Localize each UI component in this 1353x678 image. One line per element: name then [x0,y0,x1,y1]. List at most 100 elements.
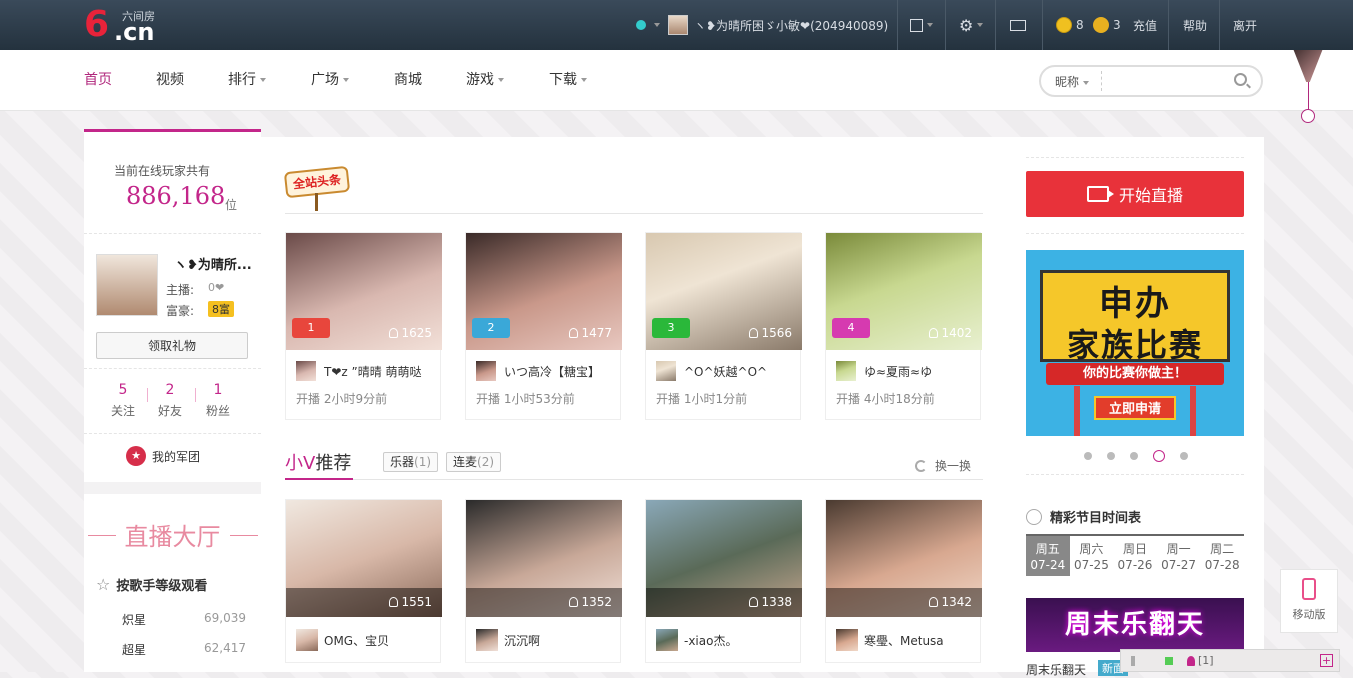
role-rich-label: 富豪: [166,304,195,318]
refresh-button[interactable]: 换一换 [915,457,971,474]
mobile-version-button[interactable]: 移动版 [1280,569,1338,633]
user-name[interactable]: ヽ❥为晴所... [174,254,256,273]
rank-badge: 2 [472,318,510,338]
person-icon [749,597,759,607]
avatar[interactable] [656,629,678,651]
xv-section-title: 小V推荐 [285,449,351,475]
search-type-select[interactable]: 昵称 [1055,73,1090,90]
divider [1101,71,1102,91]
headline-card[interactable]: 4 1402 ゆ≈夏雨≈ゆ 开播 4小时18分前 [825,232,982,420]
user-menu[interactable]: ヽ❥为晴所困ゞ小敏❤(204940089) [668,0,888,50]
friend-stat[interactable]: 2 好友 [145,382,195,419]
nav-games[interactable]: 游戏 [466,50,504,111]
carousel-dot[interactable] [1107,452,1115,460]
day-week: 周日 [1122,542,1147,556]
nav-ranking[interactable]: 排行 [228,50,266,111]
carousel-dot[interactable] [1130,452,1138,460]
viewer-count-value: 1477 [581,326,612,340]
headline-badge: 全站头条 [283,165,351,211]
tag-instrument[interactable]: 乐器(1) [383,452,439,472]
plus-icon[interactable]: + [1320,654,1333,667]
streamer-name[interactable]: T❤z ”晴晴 萌萌哒 [324,363,438,380]
divider [1042,0,1043,50]
follow-stat[interactable]: 5 关注 [98,382,148,419]
carousel-dot[interactable] [1180,452,1188,460]
day-tab[interactable]: 周六 07-25 [1070,536,1114,576]
xv-card[interactable]: 1551 OMG、宝贝 [285,499,442,663]
nav-square[interactable]: 广场 [311,50,349,111]
day-tab[interactable]: 周一 07-27 [1157,536,1201,576]
edit-menu[interactable] [910,0,933,50]
carousel-dot[interactable] [1084,452,1092,460]
headline-card[interactable]: 3 1566 ^O^妖越^O^ 开播 1小时1分前 [645,232,802,420]
leave-link[interactable]: 离开 [1233,0,1257,50]
xv-title-accent: 小V [285,453,316,474]
avatar[interactable] [96,254,158,316]
weekend-show-banner[interactable]: 周末乐翻天 [1026,598,1244,652]
nav-home[interactable]: 首页 [84,50,112,111]
headline-card[interactable]: 2 1477 いつ高冷【糖宝】 开播 1小时53分前 [465,232,622,420]
divider [945,0,946,50]
status-icon [636,20,646,30]
rank-row[interactable]: 炽星 69,039 [122,611,250,628]
streamer-name[interactable]: ^O^妖越^O^ [684,363,798,380]
help-link[interactable]: 帮助 [1183,0,1207,50]
avatar[interactable] [836,361,856,381]
viewer-count: 1338 [749,595,792,609]
my-army-link[interactable]: ★ 我的军团 [126,446,200,466]
avatar[interactable] [656,361,676,381]
online-unit: 位 [225,198,238,212]
apply-now-button[interactable]: 立即申请 [1094,396,1176,420]
avatar[interactable] [296,629,318,651]
rank-row[interactable]: 超星 62,417 [122,641,250,658]
mail-button[interactable] [1010,0,1026,50]
streamer-name[interactable]: OMG、宝贝 [324,632,389,649]
chevron-down-icon [581,78,587,82]
weekend-show-label[interactable]: 周末乐翻天 [1026,661,1086,678]
person-icon [569,597,579,607]
coin-balance: 8 [1056,0,1084,50]
search-icon[interactable] [1234,73,1247,86]
site-logo[interactable]: 6 .cn 六间房 [84,4,164,46]
day-tab[interactable]: 周二 07-28 [1200,536,1244,576]
nav-mall[interactable]: 商城 [394,50,422,111]
avatar[interactable] [836,629,858,651]
day-tab[interactable]: 周五 07-24 [1026,536,1070,576]
settings-menu[interactable]: ⚙ [959,0,984,50]
search-input[interactable] [1107,71,1227,91]
nav-download[interactable]: 下载 [549,50,587,111]
family-contest-banner[interactable]: 申办 家族比赛 你的比赛你做主！ 立即申请 [1026,250,1244,436]
person-icon [929,328,939,338]
streamer-name[interactable]: 寒璺、Metusa [864,632,944,649]
viewer-count-value: 1551 [401,595,432,609]
rank-badge: 3 [652,318,690,338]
schedule-title: 精彩节目时间表 [1026,507,1141,526]
streamer-name[interactable]: -xiao杰。 [684,632,737,649]
avatar[interactable] [296,361,316,381]
orange-icon [1093,17,1109,33]
carousel-dot-active[interactable] [1153,450,1165,462]
rank-filter-label: 按歌手等级观看 [116,579,208,594]
avatar[interactable] [476,361,496,381]
streamer-name[interactable]: ゆ≈夏雨≈ゆ [864,363,978,380]
fan-stat[interactable]: 1 粉丝 [193,382,243,419]
start-live-button[interactable]: 开始直播 [1026,171,1244,217]
divider [230,535,258,536]
tag-mic-link[interactable]: 连麦(2) [446,452,502,472]
speaker-icon[interactable] [1131,655,1141,666]
claim-gift-button[interactable]: 领取礼物 [96,332,248,359]
xv-card[interactable]: 1338 -xiao杰。 [645,499,802,663]
streamer-name[interactable]: いつ高冷【糖宝】 [504,363,618,380]
headline-card[interactable]: 1 1625 T❤z ”晴晴 萌萌哒 开播 2小时9分前 [285,232,442,420]
nav-video[interactable]: 视频 [156,50,184,111]
xv-card[interactable]: 1342 寒璺、Metusa [825,499,982,663]
orange-count: 3 [1113,18,1121,32]
viewer-count-value: 1342 [941,595,972,609]
xv-card[interactable]: 1352 沉沉啊 [465,499,622,663]
streamer-name[interactable]: 沉沉啊 [504,632,540,649]
day-tab[interactable]: 周日 07-26 [1113,536,1157,576]
deco-circle [1301,109,1315,123]
recharge-link[interactable]: 充值 [1133,0,1157,50]
status-dropdown[interactable] [636,0,660,50]
avatar[interactable] [476,629,498,651]
